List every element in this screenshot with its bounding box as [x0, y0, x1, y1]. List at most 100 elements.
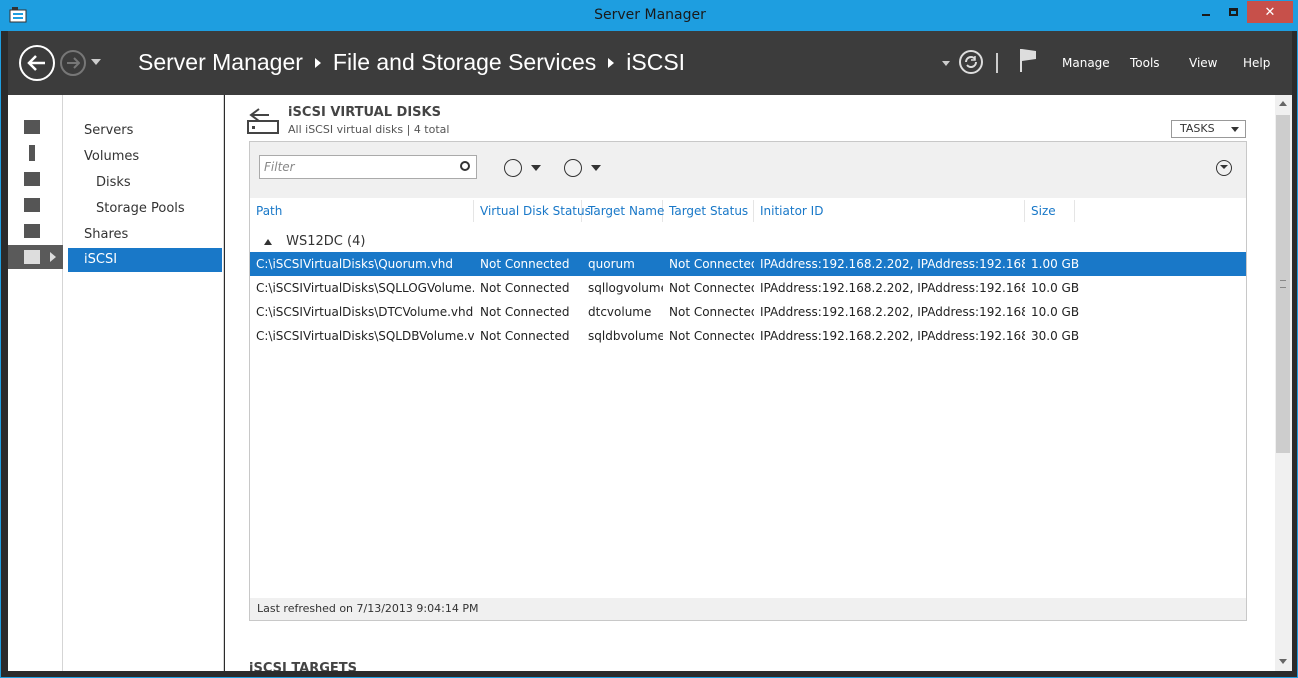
cell-initiator-id: IPAddress:192.168.2.202, IPAddress:192.1… — [760, 257, 1025, 271]
group-label: WS12DC (4) — [286, 234, 366, 249]
maximize-icon — [1228, 8, 1238, 16]
icon-rail — [8, 95, 63, 671]
nav-item-storage-pools[interactable]: Storage Pools — [68, 197, 222, 221]
cell-path: C:\iSCSIVirtualDisks\DTCVolume.vhd — [256, 305, 474, 319]
tasks-label: TASKS — [1180, 122, 1215, 135]
cell-size: 10.0 GB — [1031, 305, 1080, 319]
forward-button[interactable] — [60, 50, 86, 76]
all-servers-icon — [24, 172, 40, 186]
cell-target-name: sqllogvolume — [588, 281, 663, 295]
list-options-icon[interactable] — [504, 159, 522, 177]
scroll-down-icon[interactable] — [1279, 659, 1287, 664]
cell-vdisk-status: Not Connected — [480, 257, 570, 271]
rail-all-servers[interactable] — [8, 167, 63, 191]
server-manager-window: Server Manager ✕ Server Manager File and… — [0, 0, 1298, 678]
group-header[interactable]: WS12DC (4) — [264, 234, 365, 249]
col-path[interactable]: Path — [250, 200, 474, 222]
panel-toolbar: Filter — [250, 142, 1246, 198]
scroll-thumb[interactable] — [1276, 115, 1290, 453]
grip-icon — [1280, 280, 1286, 288]
menu-tools[interactable]: Tools — [1130, 56, 1160, 70]
cell-size: 10.0 GB — [1031, 281, 1080, 295]
col-size[interactable]: Size — [1025, 200, 1075, 222]
cell-path: C:\iSCSIVirtualDisks\Quorum.vhd — [256, 257, 453, 271]
filter-placeholder: Filter — [264, 160, 295, 174]
refresh-dropdown-icon[interactable] — [942, 61, 950, 66]
title-bar: Server Manager ✕ — [1, 1, 1298, 31]
cell-initiator-id: IPAddress:192.168.2.202, IPAddress:192.1… — [760, 305, 1025, 319]
file-storage-icon — [24, 250, 40, 264]
rail-local-server[interactable] — [8, 141, 63, 165]
cell-size: 1.00 GB — [1031, 257, 1080, 271]
cell-initiator-id: IPAddress:192.168.2.202, IPAddress:192.1… — [760, 281, 1025, 295]
nav-item-iscsi[interactable]: iSCSI — [68, 248, 222, 272]
col-target-name[interactable]: Target Name — [582, 200, 664, 222]
collapse-expand-icon[interactable] — [1216, 160, 1232, 176]
dns-icon — [24, 224, 40, 238]
col-target-status[interactable]: Target Status — [663, 200, 754, 222]
virtual-disk-icon — [247, 108, 279, 134]
breadcrumb-server-manager[interactable]: Server Manager — [138, 49, 303, 76]
breadcrumb-file-storage[interactable]: File and Storage Services — [333, 49, 596, 76]
table-row[interactable]: C:\iSCSIVirtualDisks\SQLDBVolume.vhd Not… — [250, 324, 1246, 348]
cell-size: 30.0 GB — [1031, 329, 1080, 343]
list-options-dropdown-icon[interactable] — [531, 165, 541, 171]
scroll-up-icon[interactable] — [1279, 101, 1287, 106]
cell-target-name: dtcvolume — [588, 305, 652, 319]
cell-initiator-id: IPAddress:192.168.2.202, IPAddress:192.1… — [760, 329, 1025, 343]
cell-path: C:\iSCSIVirtualDisks\SQLDBVolume.vhd — [256, 329, 474, 343]
save-query-dropdown-icon[interactable] — [591, 165, 601, 171]
cell-vdisk-status: Not Connected — [480, 281, 570, 295]
header-bar: Server Manager File and Storage Services… — [8, 31, 1292, 95]
rail-dashboard[interactable] — [8, 115, 63, 139]
nav-pane: Servers Volumes Disks Storage Pools Shar… — [63, 95, 224, 671]
menu-manage[interactable]: Manage — [1062, 56, 1110, 70]
cell-target-status: Not Connected — [669, 257, 754, 271]
cell-target-status: Not Connected — [669, 305, 754, 319]
minimize-button[interactable] — [1193, 1, 1219, 23]
col-virtual-disk-status[interactable]: Virtual Disk Status — [474, 200, 591, 222]
menu-view[interactable]: View — [1189, 56, 1217, 70]
notifications-flag-icon[interactable] — [1018, 47, 1038, 73]
table-row[interactable]: C:\iSCSIVirtualDisks\SQLLOGVolume.vhd No… — [250, 276, 1246, 300]
cell-vdisk-status: Not Connected — [480, 329, 570, 343]
col-initiator-id[interactable]: Initiator ID — [754, 200, 1025, 222]
save-query-icon[interactable] — [564, 159, 582, 177]
rail-ad-ds[interactable] — [8, 193, 63, 217]
arrow-left-icon — [27, 55, 45, 71]
cell-vdisk-status: Not Connected — [480, 305, 570, 319]
cell-target-status: Not Connected — [669, 329, 754, 343]
history-dropdown-icon[interactable] — [91, 59, 101, 65]
cell-target-status: Not Connected — [669, 281, 754, 295]
rail-file-storage[interactable] — [8, 245, 63, 269]
back-button[interactable] — [19, 45, 55, 81]
cell-path: C:\iSCSIVirtualDisks\SQLLOGVolume.vhd — [256, 281, 474, 295]
table-row[interactable]: C:\iSCSIVirtualDisks\Quorum.vhd Not Conn… — [250, 252, 1246, 276]
section-title: iSCSI VIRTUAL DISKS — [288, 105, 441, 120]
breadcrumb-separator-icon — [314, 57, 321, 68]
local-server-icon — [29, 145, 35, 161]
arrow-right-icon — [67, 57, 80, 69]
nav-item-disks[interactable]: Disks — [68, 171, 222, 195]
vertical-scrollbar[interactable] — [1275, 95, 1292, 671]
header-divider — [996, 53, 998, 73]
tasks-button[interactable]: TASKS — [1171, 120, 1246, 138]
close-button[interactable]: ✕ — [1247, 1, 1293, 23]
ad-ds-icon — [24, 198, 40, 212]
maximize-button[interactable] — [1220, 1, 1246, 23]
nav-item-volumes[interactable]: Volumes — [68, 145, 222, 169]
collapse-triangle-icon[interactable] — [264, 238, 272, 245]
nav-item-shares[interactable]: Shares — [68, 223, 222, 247]
table-row[interactable]: C:\iSCSIVirtualDisks\DTCVolume.vhd Not C… — [250, 300, 1246, 324]
breadcrumb-iscsi[interactable]: iSCSI — [626, 49, 685, 76]
chevron-right-icon — [50, 252, 56, 262]
search-icon[interactable] — [460, 161, 470, 171]
breadcrumb-separator-icon — [608, 57, 615, 68]
refresh-icon[interactable] — [958, 49, 984, 75]
filter-input[interactable]: Filter — [259, 155, 477, 179]
rail-dns[interactable] — [8, 219, 63, 243]
cell-target-name: quorum — [588, 257, 635, 271]
menu-help[interactable]: Help — [1243, 56, 1270, 70]
targets-section-title: iSCSI TARGETS — [249, 661, 358, 671]
nav-item-servers[interactable]: Servers — [68, 119, 222, 143]
